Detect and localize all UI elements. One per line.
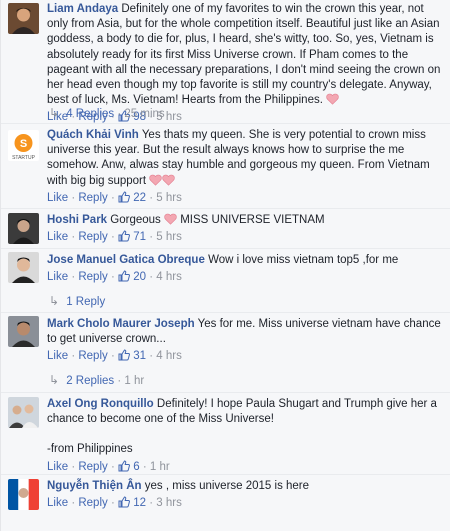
comment-text: Definitely one of my favorites to win th… bbox=[47, 3, 441, 107]
comment-author[interactable]: Quách Khải Vinh bbox=[47, 129, 139, 141]
avatar[interactable] bbox=[8, 316, 39, 347]
reply-link[interactable]: Reply bbox=[78, 497, 107, 509]
comments-feed: Liam Andaya Definitely one of my favorit… bbox=[0, 0, 450, 531]
comment-actions: Like · Reply · 20 · 4 hrs bbox=[47, 270, 182, 284]
reply-arrow-icon: ↳ bbox=[49, 373, 60, 387]
reply-arrow-icon: ↳ bbox=[49, 294, 60, 308]
comment-author[interactable]: Jose Manuel Gatica Obreque bbox=[47, 254, 205, 266]
avatar[interactable] bbox=[8, 213, 39, 244]
comment-actions: Like · Reply · 12 · 3 hrs bbox=[47, 496, 182, 510]
comment-time[interactable]: 1 hr bbox=[150, 461, 170, 473]
comment: Jose Manuel Gatica Obreque Wow i love mi… bbox=[1, 249, 450, 313]
reply-link[interactable]: Reply bbox=[78, 192, 107, 204]
view-replies-link[interactable]: ↳ 4 Replies · 25 mins bbox=[49, 106, 165, 122]
comment-author[interactable]: Nguyễn Thiện Ân bbox=[47, 480, 142, 492]
like-link[interactable]: Like bbox=[47, 271, 68, 283]
comment: Mark Cholo Maurer Joseph Yes for me. Mis… bbox=[1, 313, 450, 393]
thumbs-up-icon[interactable] bbox=[118, 496, 130, 508]
avatar[interactable]: S STARTUP bbox=[8, 130, 39, 161]
comment-actions: Like · Reply · 22 · 5 hrs bbox=[47, 191, 182, 204]
thumbs-up-icon[interactable] bbox=[118, 460, 130, 472]
replies-time: 25 mins bbox=[124, 108, 165, 120]
thumbs-up-icon[interactable] bbox=[118, 191, 130, 203]
thumbs-up-icon[interactable] bbox=[118, 230, 130, 242]
like-count[interactable]: 6 bbox=[133, 461, 139, 473]
like-link[interactable]: Like bbox=[47, 192, 68, 204]
comment-actions: Like · Reply · 6 · 1 hr bbox=[47, 460, 170, 473]
comment: Axel Ong Ronquillo Definitely! I hope Pa… bbox=[1, 393, 450, 475]
comment-time[interactable]: 5 hrs bbox=[156, 231, 182, 243]
heart-icon bbox=[326, 93, 339, 105]
avatar[interactable] bbox=[8, 397, 39, 428]
reply-arrow-icon: ↳ bbox=[49, 106, 60, 120]
avatar[interactable] bbox=[8, 3, 39, 34]
like-link[interactable]: Like bbox=[47, 350, 68, 362]
heart-icon bbox=[162, 174, 175, 186]
replies-count[interactable]: 1 Reply bbox=[66, 296, 105, 308]
like-link[interactable]: Like bbox=[47, 497, 68, 509]
comment-time[interactable]: 4 hrs bbox=[156, 271, 182, 283]
comment-text: Gorgeous bbox=[110, 214, 161, 226]
thumbs-up-icon[interactable] bbox=[118, 349, 130, 361]
comment-time[interactable]: 4 hrs bbox=[156, 350, 182, 362]
heart-icon bbox=[164, 213, 177, 225]
comment: Hoshi Park Gorgeous MISS UNIVERSE VIETNA… bbox=[1, 209, 450, 249]
comment-text: Wow i love miss vietnam top5 ,for me bbox=[208, 254, 399, 266]
thumbs-up-icon[interactable] bbox=[118, 270, 130, 282]
comment-author[interactable]: Mark Cholo Maurer Joseph bbox=[47, 318, 195, 330]
like-count[interactable]: 12 bbox=[133, 497, 146, 509]
comment-actions: Like · Reply · 71 · 5 hrs bbox=[47, 230, 182, 244]
replies-time: 1 hr bbox=[124, 375, 145, 387]
view-replies-link[interactable]: ↳ 2 Replies · 1 hr bbox=[49, 373, 144, 389]
reply-link[interactable]: Reply bbox=[78, 271, 107, 283]
comment-time[interactable]: 3 hrs bbox=[156, 497, 182, 509]
like-count[interactable]: 31 bbox=[133, 350, 146, 362]
comment-author[interactable]: Hoshi Park bbox=[47, 214, 107, 226]
comment: Liam Andaya Definitely one of my favorit… bbox=[1, 0, 450, 124]
avatar[interactable] bbox=[8, 252, 39, 283]
replies-count[interactable]: 4 Replies bbox=[66, 108, 114, 120]
comment-actions: Like · Reply · 31 · 4 hrs bbox=[47, 349, 182, 363]
like-count[interactable]: 71 bbox=[133, 231, 146, 243]
comment-author[interactable]: Liam Andaya bbox=[47, 3, 118, 15]
avatar-label: STARTUP bbox=[12, 155, 36, 161]
heart-icon bbox=[149, 174, 162, 186]
replies-count[interactable]: 2 Replies bbox=[66, 375, 114, 387]
like-count[interactable]: 22 bbox=[133, 192, 146, 204]
comment: S STARTUP Quách Khải Vinh Yes thats my q… bbox=[1, 124, 450, 209]
comment-time[interactable]: 5 hrs bbox=[156, 192, 182, 204]
comment-text: yes , miss universe 2015 is here bbox=[144, 480, 310, 492]
like-link[interactable]: Like bbox=[47, 231, 68, 243]
comment-author[interactable]: Axel Ong Ronquillo bbox=[47, 398, 154, 410]
view-replies-link[interactable]: ↳ 1 Reply bbox=[49, 294, 105, 310]
reply-link[interactable]: Reply bbox=[78, 461, 107, 473]
like-count[interactable]: 20 bbox=[133, 271, 146, 283]
comment-text-line: -from Philippines bbox=[47, 443, 133, 456]
svg-text:S: S bbox=[20, 138, 27, 150]
comment-text: MISS UNIVERSE VIETNAM bbox=[180, 214, 325, 226]
comment: Nguyễn Thiện Ân yes , miss universe 2015… bbox=[1, 475, 450, 515]
reply-link[interactable]: Reply bbox=[78, 231, 107, 243]
avatar[interactable] bbox=[8, 479, 39, 510]
like-link[interactable]: Like bbox=[47, 461, 68, 473]
reply-link[interactable]: Reply bbox=[78, 350, 107, 362]
